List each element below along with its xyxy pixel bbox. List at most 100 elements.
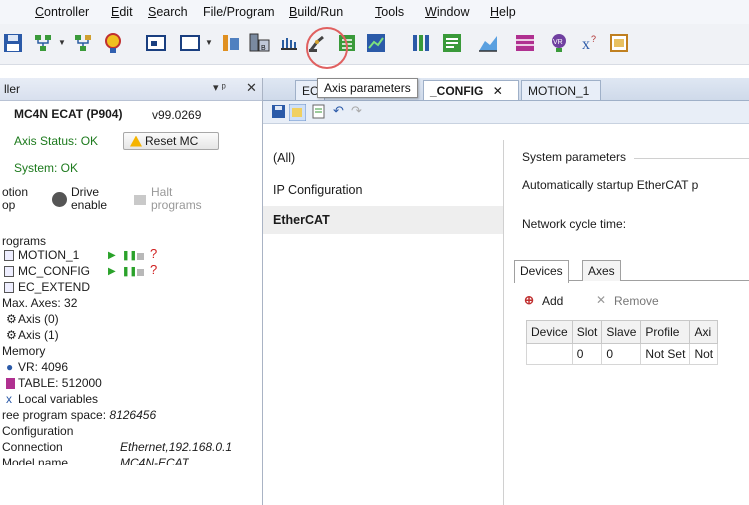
column-header[interactable]: Device xyxy=(526,320,573,344)
document-icon[interactable] xyxy=(311,104,326,119)
pause-icon[interactable]: ❚❚ xyxy=(122,266,137,277)
pin-icon[interactable]: ▾ ᵖ xyxy=(213,81,226,94)
stop-icon[interactable] xyxy=(137,269,144,276)
network-icon[interactable] xyxy=(30,30,56,56)
save-icon[interactable] xyxy=(0,30,26,56)
column-header[interactable]: Profile xyxy=(640,320,691,344)
programs-header: rograms xyxy=(2,234,47,248)
help-icon: ? xyxy=(150,246,158,261)
column-header[interactable]: Slave xyxy=(601,320,642,344)
warning-icon xyxy=(130,135,142,147)
close-icon[interactable]: ✕ xyxy=(246,80,257,96)
chart-icon[interactable] xyxy=(363,30,389,56)
halt-programs-icon[interactable] xyxy=(134,195,146,205)
model-label: Model name xyxy=(2,456,69,465)
axis-icon: ⚙ xyxy=(6,328,17,342)
redo-icon[interactable]: ↷ xyxy=(351,103,362,119)
table-icon[interactable] xyxy=(512,30,538,56)
category-all[interactable]: (All) xyxy=(263,144,503,172)
menu-tools[interactable]: Tools xyxy=(375,5,404,19)
remove-button[interactable]: Remove xyxy=(614,294,659,308)
vr-item[interactable]: VR: 4096 xyxy=(18,360,68,374)
table-row[interactable]: 0 0 Not Set Not xyxy=(526,343,719,365)
program-item[interactable]: MC_CONFIG xyxy=(18,264,90,278)
vr-icon: ● xyxy=(6,360,14,374)
axis-config-icon[interactable] xyxy=(218,30,244,56)
system-parameters-heading: System parameters xyxy=(522,150,627,164)
reset-mc-button[interactable]: Reset MC xyxy=(123,132,219,150)
add-icon[interactable]: ⊕ xyxy=(524,293,534,307)
category-ethercat[interactable]: EtherCAT xyxy=(263,206,503,234)
menu-help[interactable]: Help xyxy=(490,5,516,19)
network-cycle-label: Network cycle time: xyxy=(522,217,627,231)
panel-icon[interactable] xyxy=(606,30,632,56)
axis-parameters-icon[interactable]: B xyxy=(247,30,273,56)
scope-icon[interactable] xyxy=(100,30,126,56)
free-program-space: ree program space: 8126456 xyxy=(2,408,157,422)
ethercat-settings: System parameters Automatically startup … xyxy=(504,140,749,505)
local-variables-item[interactable]: Local variables xyxy=(18,392,98,406)
area-chart-icon[interactable] xyxy=(475,30,501,56)
panel-title: ller xyxy=(4,82,21,96)
run-icon[interactable]: ▶ xyxy=(108,266,116,277)
category-ip-configuration[interactable]: IP Configuration xyxy=(263,176,503,204)
edit-icon[interactable] xyxy=(289,104,306,121)
svg-text:?: ? xyxy=(591,34,596,44)
memory-header: Memory xyxy=(2,344,46,358)
model-value: MC4N-ECAT xyxy=(120,456,190,465)
menu-build-run[interactable]: Build/Run xyxy=(289,5,343,19)
tab-devices[interactable]: Devices xyxy=(514,260,569,283)
svg-text:B: B xyxy=(261,45,266,52)
table-header-row: Device Slot Slave Profile Axi xyxy=(526,320,719,344)
remove-icon[interactable]: ✕ xyxy=(596,293,606,307)
stop-icon[interactable] xyxy=(137,253,144,260)
tab-mc-config[interactable]: _CONFIG ✕ xyxy=(423,80,519,100)
chevron-down-icon[interactable]: ▼ xyxy=(58,38,66,47)
vr-icon[interactable]: VR xyxy=(546,30,572,56)
graph-icon[interactable] xyxy=(439,30,465,56)
table-item[interactable]: TABLE: 512000 xyxy=(18,376,102,390)
drive-enable-indicator-icon[interactable] xyxy=(52,192,67,207)
network-config-icon[interactable] xyxy=(70,30,96,56)
program-item[interactable]: MOTION_1 xyxy=(18,248,79,262)
svg-text:x: x xyxy=(582,36,590,53)
window-icon[interactable] xyxy=(177,30,203,56)
terminal-icon[interactable] xyxy=(143,30,169,56)
chevron-down-icon[interactable]: ▼ xyxy=(205,38,213,47)
menu-search[interactable]: Search xyxy=(148,5,188,19)
menu-controller[interactable]: Controller xyxy=(35,5,89,19)
program-icon xyxy=(4,266,14,277)
controller-panel: ller ▾ ᵖ ✕ MC4N ECAT (P904) v99.0269 Axi… xyxy=(0,78,263,505)
menu-edit[interactable]: Edit xyxy=(111,5,133,19)
add-button[interactable]: Add xyxy=(542,294,563,308)
jog-icon[interactable] xyxy=(276,30,302,56)
save-icon[interactable] xyxy=(271,104,286,119)
variables-icon[interactable]: x? xyxy=(578,30,604,56)
menu-window[interactable]: Window xyxy=(425,5,469,19)
undo-icon[interactable]: ↶ xyxy=(333,103,344,119)
close-icon[interactable]: ✕ xyxy=(493,84,503,98)
program-icon xyxy=(4,250,14,261)
tab-axes[interactable]: Axes xyxy=(582,260,621,281)
axis-status: Axis Status: OK xyxy=(14,134,99,148)
connection-value: Ethernet,192.168.0.1 xyxy=(120,440,233,454)
connection-label: Connection xyxy=(2,440,63,454)
plc-icon[interactable] xyxy=(408,30,434,56)
program-icon xyxy=(4,282,14,293)
help-icon: ? xyxy=(150,262,158,277)
tab-motion-1[interactable]: MOTION_1 xyxy=(521,80,601,100)
editor-toolbar: ↶ ↷ xyxy=(263,101,749,124)
run-icon[interactable]: ▶ xyxy=(108,250,116,261)
table-cell: Not xyxy=(689,343,719,365)
axis-item[interactable]: Axis (1) xyxy=(18,328,59,342)
program-item[interactable]: EC_EXTEND xyxy=(18,280,90,294)
controller-name: MC4N ECAT (P904) xyxy=(14,107,123,121)
pause-icon[interactable]: ❚❚ xyxy=(122,250,137,261)
column-header[interactable]: Axi xyxy=(689,320,719,344)
stop-motion-button[interactable]: otion op xyxy=(2,186,28,212)
column-header[interactable]: Slot xyxy=(571,320,603,344)
menu-file-program[interactable]: File/Program xyxy=(203,5,275,19)
auto-startup-label: Automatically startup EtherCAT p xyxy=(522,178,699,192)
axis-item[interactable]: Axis (0) xyxy=(18,312,59,326)
highlight-circle xyxy=(306,27,348,69)
